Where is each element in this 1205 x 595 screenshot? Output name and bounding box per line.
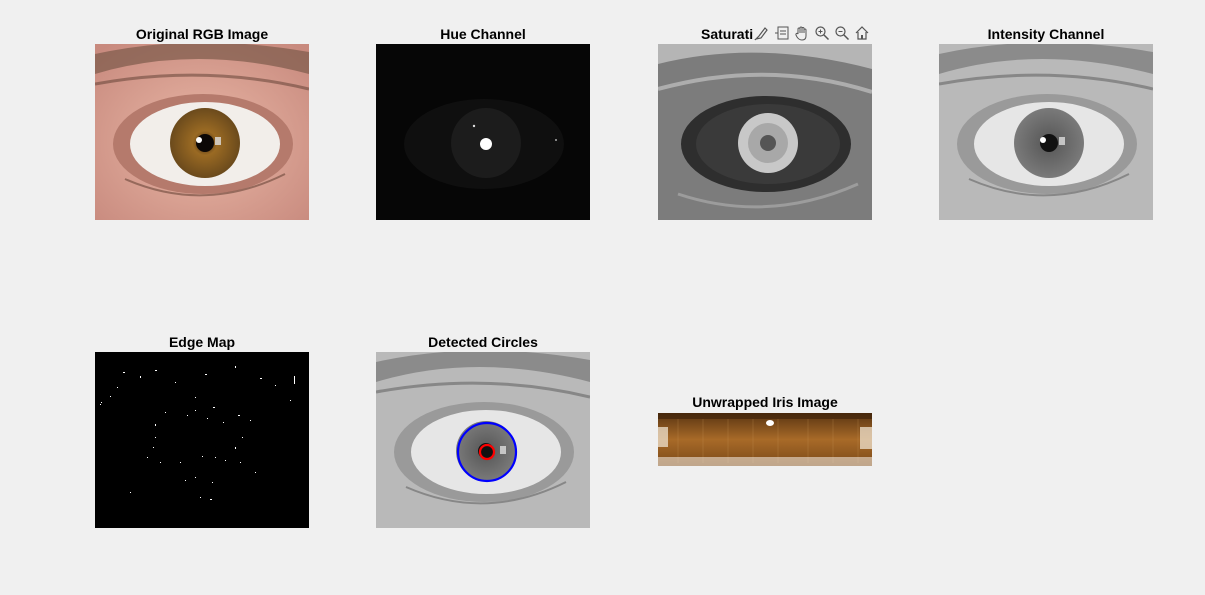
panel-edge-map: Edge Map [95,332,309,528]
panel-saturation-channel: Saturati [658,24,872,220]
intensity-channel-image [939,44,1153,220]
panel-detected-circles: Detected Circles [376,332,590,528]
panel-title: Saturati [701,26,754,42]
hue-channel-image [376,44,590,220]
panel-title: Original RGB Image [135,26,269,42]
original-rgb-image [95,44,309,220]
panel-title: Detected Circles [428,334,538,350]
home-icon[interactable] [853,24,871,42]
panel-title: Unwrapped Iris Image [692,394,838,410]
zoom-in-icon[interactable] [813,24,831,42]
brush-icon[interactable] [753,24,771,42]
saturation-channel-image [658,44,872,220]
panel-title: Hue Channel [440,26,526,42]
panel-title: Intensity Channel [987,26,1105,42]
panel-hue-channel: Hue Channel [376,24,590,220]
datatip-icon[interactable] [773,24,791,42]
axes-toolbar [753,23,871,43]
detected-circles-image [376,352,590,528]
panel-unwrapped-iris: Unwrapped Iris Image [658,392,872,468]
panel-original-rgb: Original RGB Image [95,24,309,220]
panel-intensity-channel: Intensity Channel [939,24,1153,220]
zoom-out-icon[interactable] [833,24,851,42]
unwrapped-iris-image [658,413,872,466]
pan-hand-icon[interactable] [793,24,811,42]
edge-map-image [95,352,309,528]
panel-title: Edge Map [168,334,236,350]
